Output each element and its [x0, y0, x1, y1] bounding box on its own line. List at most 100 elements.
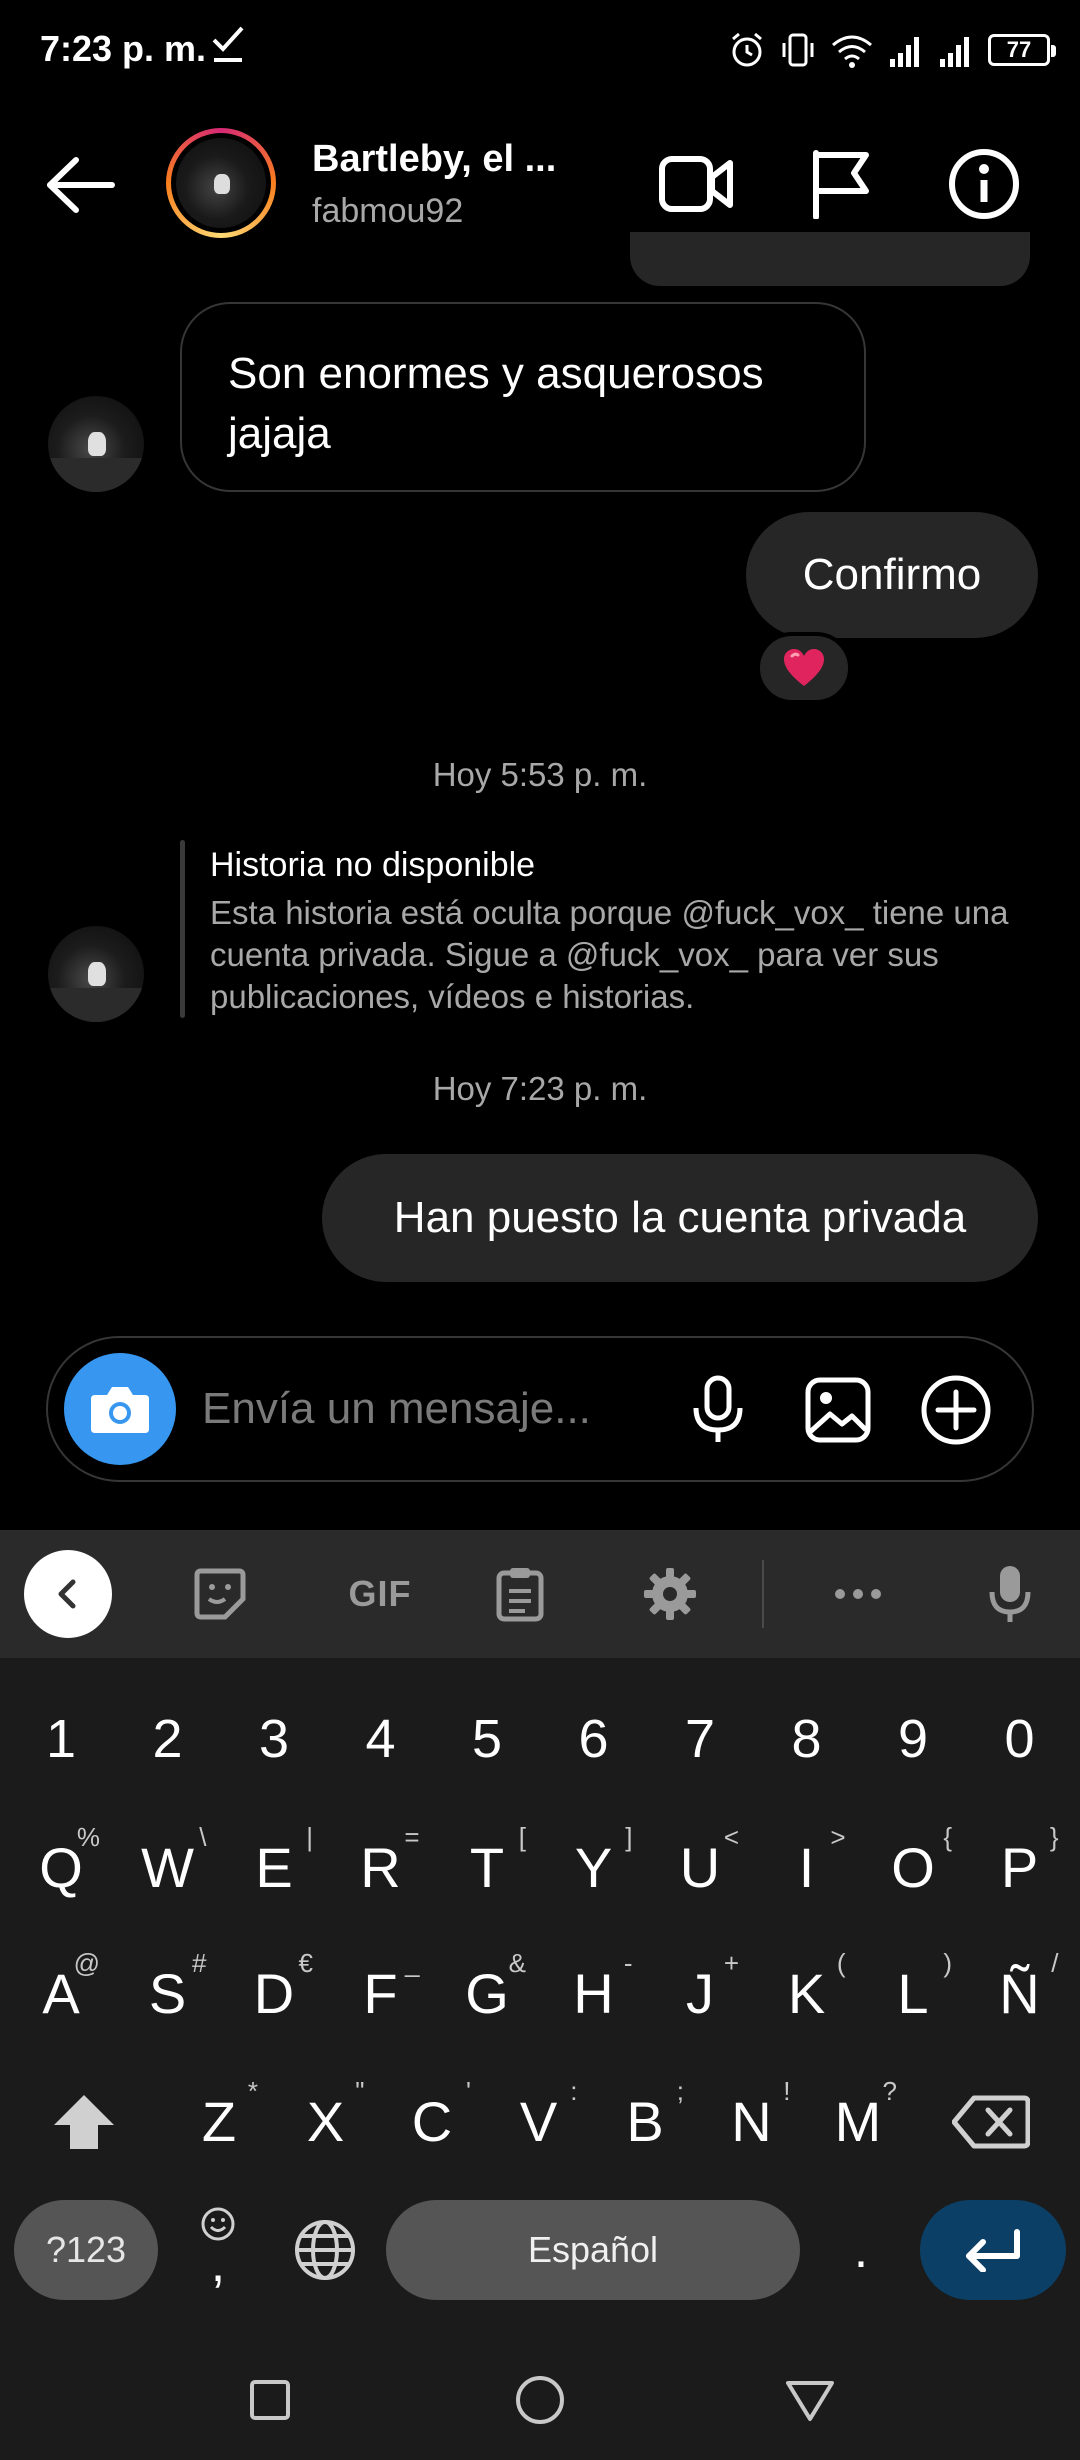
key-6[interactable]: 6 [541, 1684, 647, 1794]
key-k[interactable]: (K [754, 1938, 860, 2048]
sticker-button[interactable] [180, 1554, 260, 1634]
outgoing-message[interactable]: Confirmo [746, 512, 1038, 638]
key-3[interactable]: 3 [221, 1684, 327, 1794]
shift-key[interactable] [36, 2074, 132, 2170]
key-m[interactable]: ? M [805, 2066, 911, 2176]
key-label: V [519, 2089, 558, 2153]
key-d[interactable]: € D [221, 1938, 327, 2048]
key-alt-label: | [306, 1822, 313, 1852]
key-0[interactable]: 0 [967, 1684, 1073, 1794]
timestamp: Hoy 5:53 p. m. [432, 756, 648, 793]
key-label: F [363, 1961, 398, 2025]
key-2[interactable]: 2 [115, 1684, 221, 1794]
status-bar: 7:23 p. m. 77 [0, 0, 1080, 100]
key-label: E [255, 1835, 293, 1899]
gif-button[interactable]: GIF [330, 1554, 430, 1634]
contact-name[interactable]: Bartleby, el ... [312, 138, 556, 181]
collapse-toolbar-button[interactable] [24, 1550, 112, 1638]
clipboard-button[interactable] [480, 1554, 560, 1634]
keyboard-settings-button[interactable] [630, 1554, 710, 1634]
key-5[interactable]: 5 [434, 1684, 540, 1794]
microphone-icon [989, 1566, 1031, 1622]
contact-username[interactable]: fabmou92 [312, 192, 463, 231]
space-key[interactable]: Español [386, 2200, 800, 2300]
back-nav-button[interactable] [770, 2360, 850, 2440]
key-8[interactable]: 8 [754, 1684, 860, 1794]
key-alt-label: + [723, 1948, 739, 1978]
number-row: 1 2 3 4 5 6 7 8 9 0 [0, 1684, 1080, 1794]
key-g[interactable]: & G [434, 1938, 540, 2048]
video-call-button[interactable] [656, 144, 736, 224]
key-s[interactable]: # S [115, 1938, 221, 2048]
incoming-message[interactable]: Son enormes y asquerosos jajaja [180, 302, 866, 492]
key-alt-label: - [623, 1948, 633, 1978]
camera-icon [91, 1387, 149, 1433]
voice-typing-button[interactable] [970, 1554, 1050, 1634]
info-button[interactable] [944, 144, 1024, 224]
key-alt-label: & [508, 1948, 526, 1978]
voice-message-button[interactable] [678, 1370, 758, 1450]
sender-avatar[interactable] [48, 396, 144, 492]
key-r[interactable]: = R [328, 1812, 434, 1922]
recents-button[interactable] [230, 2360, 310, 2440]
outgoing-message[interactable]: Han puesto la cuenta privada [322, 1154, 1038, 1282]
key-w[interactable]: \ W [115, 1812, 221, 1922]
profile-avatar[interactable] [166, 128, 276, 238]
timestamp: Hoy 7:23 p. m. [432, 1070, 648, 1107]
message-text: Han puesto la cuenta privada [393, 1193, 967, 1242]
more-tools-button[interactable] [818, 1554, 898, 1634]
key-1[interactable]: 1 [8, 1684, 114, 1794]
report-button[interactable] [800, 144, 880, 224]
key-h[interactable]: -H [541, 1938, 647, 2048]
key-e[interactable]: | E [221, 1812, 327, 1922]
message-input[interactable] [202, 1374, 672, 1444]
key-t[interactable]: [T [434, 1812, 540, 1922]
key-x[interactable]: " X [273, 2066, 379, 2176]
backspace-icon [952, 2095, 1030, 2149]
gallery-button[interactable] [798, 1370, 878, 1450]
key-y[interactable]: ] Y [541, 1812, 647, 1922]
key-alt-label: ; [676, 2076, 684, 2106]
key-v[interactable]: :V [486, 2066, 592, 2176]
backspace-key[interactable] [936, 2074, 1046, 2170]
key-b[interactable]: ; B [592, 2066, 698, 2176]
heart-reaction[interactable] [756, 632, 852, 704]
key-o[interactable]: {O [860, 1812, 966, 1922]
back-button[interactable] [40, 150, 130, 220]
camera-button[interactable] [64, 1353, 176, 1465]
sender-avatar[interactable] [48, 926, 144, 1022]
symbols-key[interactable]: ?123 [14, 2200, 158, 2300]
key-a[interactable]: @ A [8, 1938, 114, 2048]
key-l[interactable]: ) L [860, 1938, 966, 2048]
home-button[interactable] [500, 2360, 580, 2440]
arrow-left-icon [47, 157, 115, 213]
key-f[interactable]: _ F [328, 1938, 434, 2048]
enter-key[interactable] [920, 2200, 1066, 2300]
more-options-button[interactable] [916, 1370, 996, 1450]
key-q[interactable]: % Q [8, 1812, 114, 1922]
key-7[interactable]: 7 [647, 1684, 753, 1794]
key-label: W [141, 1835, 194, 1899]
heart-icon [784, 649, 824, 686]
story-unavailable-title[interactable]: Historia no disponible [210, 846, 535, 885]
key-9[interactable]: 9 [860, 1684, 966, 1794]
key-alt-label: % [76, 1822, 100, 1852]
key-j[interactable]: + J [647, 1938, 753, 2048]
key-label: Z [201, 2089, 237, 2153]
emoji-comma-key[interactable]: , [178, 2200, 258, 2300]
key-n[interactable]: ! N [699, 2066, 805, 2176]
key-p[interactable]: } P [967, 1812, 1073, 1922]
language-key[interactable] [278, 2200, 372, 2300]
key-label: T [469, 1835, 505, 1899]
key-i[interactable]: > I [754, 1812, 860, 1922]
key-u[interactable]: < U [647, 1812, 753, 1922]
key-ñ[interactable]: / Ñ [967, 1938, 1073, 2048]
story-reply-bar [180, 840, 185, 1018]
key-z[interactable]: * Z [166, 2066, 272, 2176]
soft-keyboard: GIF 1 2 3 4 5 6 7 8 9 0 % Q \ W | E = R … [0, 1530, 1080, 2460]
period-key[interactable]: . [816, 2200, 906, 2300]
key-c[interactable]: ' C [379, 2066, 485, 2176]
key-4[interactable]: 4 [328, 1684, 434, 1794]
key-label: X [306, 2089, 345, 2153]
key-alt-label: : [570, 2076, 578, 2106]
